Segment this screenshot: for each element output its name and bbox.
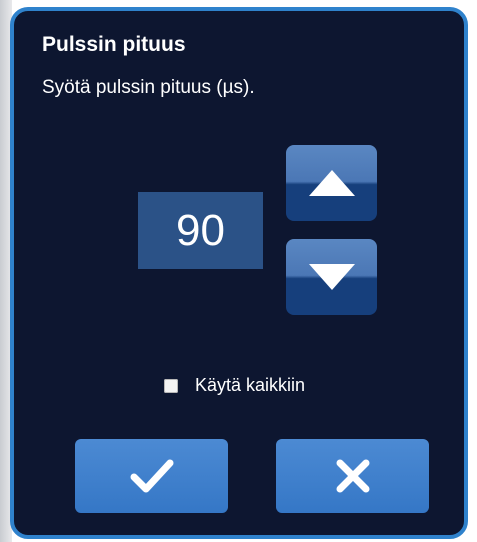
close-icon [336, 459, 369, 493]
pulse-length-value-field[interactable]: 90 [138, 192, 263, 269]
checkmark-icon [130, 459, 173, 493]
apply-to-all-option[interactable]: Käytä kaikkiin [164, 375, 305, 396]
confirm-button[interactable] [75, 439, 228, 513]
pulse-length-dialog: Pulssin pituus Syötä pulssin pituus (µs)… [10, 7, 468, 539]
triangle-down-icon [308, 264, 355, 290]
dialog-title: Pulssin pituus [42, 33, 186, 56]
increase-button[interactable] [286, 145, 377, 221]
dialog-instruction: Syötä pulssin pituus (µs). [42, 77, 255, 98]
triangle-up-icon [308, 170, 355, 196]
decrease-button[interactable] [286, 239, 377, 315]
cancel-button[interactable] [276, 439, 429, 513]
apply-to-all-label: Käytä kaikkiin [195, 375, 306, 395]
apply-to-all-checkbox[interactable] [164, 378, 178, 393]
